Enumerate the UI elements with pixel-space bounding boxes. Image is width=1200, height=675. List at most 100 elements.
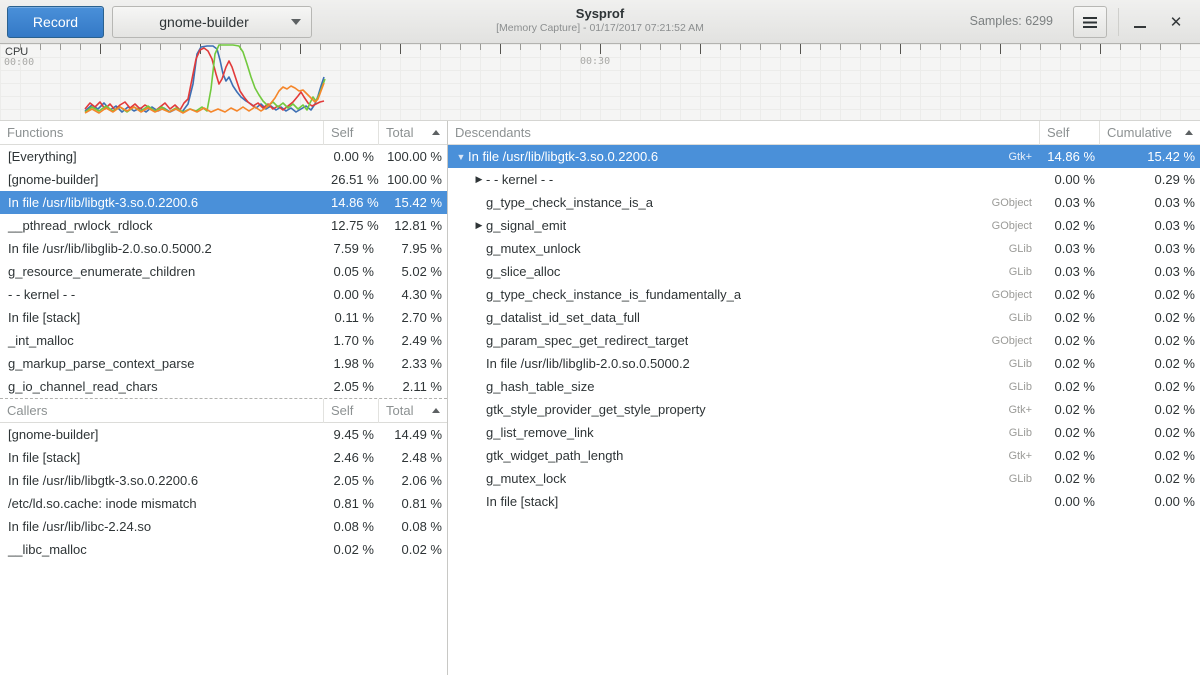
- total-percent: 0.08 %: [379, 519, 447, 534]
- total-percent: 2.70 %: [379, 310, 447, 325]
- library-tag: GLib: [980, 312, 1040, 324]
- tree-row[interactable]: g_type_check_instance_is_aGObject0.03 %0…: [448, 191, 1200, 214]
- tree-row[interactable]: In file /usr/lib/libglib-2.0.so.0.5000.2…: [448, 352, 1200, 375]
- capture-subtitle: [Memory Capture] - 01/17/2017 07:21:52 A…: [496, 22, 704, 35]
- column-header-self[interactable]: Self: [1040, 121, 1100, 145]
- expander-open-icon[interactable]: ▼: [454, 152, 468, 162]
- library-tag: GLib: [980, 243, 1040, 255]
- self-percent: 9.45 %: [324, 427, 379, 442]
- minimize-button[interactable]: [1122, 0, 1158, 44]
- cumulative-percent: 0.00 %: [1100, 494, 1200, 509]
- cpu-graph[interactable]: CPU 00:00 00:30: [0, 44, 1200, 121]
- tree-row[interactable]: g_list_remove_linkGLib0.02 %0.02 %: [448, 421, 1200, 444]
- table-row[interactable]: In file [stack]0.11 %2.70 %: [0, 306, 447, 329]
- total-percent: 0.81 %: [379, 496, 447, 511]
- column-header-callers[interactable]: Callers: [0, 399, 324, 423]
- table-row[interactable]: [gnome-builder]9.45 %14.49 %: [0, 423, 447, 446]
- self-percent: 1.70 %: [324, 333, 379, 348]
- minimize-icon: [1134, 26, 1146, 28]
- total-percent: 2.33 %: [379, 356, 447, 371]
- table-row[interactable]: g_resource_enumerate_children0.05 %5.02 …: [0, 260, 447, 283]
- table-row[interactable]: __pthread_rwlock_rdlock12.75 %12.81 %: [0, 214, 447, 237]
- table-row[interactable]: g_markup_parse_context_parse1.98 %2.33 %: [0, 352, 447, 375]
- library-tag: GLib: [980, 381, 1040, 393]
- descendant-name-cell: ▶g_signal_emit: [448, 218, 980, 233]
- tree-row[interactable]: gtk_style_provider_get_style_propertyGtk…: [448, 398, 1200, 421]
- chevron-down-icon: [291, 19, 301, 25]
- process-selector-dropdown[interactable]: gnome-builder: [112, 6, 312, 38]
- cpu-line-cpu2: [85, 45, 325, 112]
- table-row[interactable]: In file /usr/lib/libgtk-3.so.0.2200.614.…: [0, 191, 447, 214]
- table-row[interactable]: In file /usr/lib/libc-2.24.so0.08 %0.08 …: [0, 515, 447, 538]
- expander-closed-icon[interactable]: ▶: [472, 220, 486, 231]
- sysprof-window: Record gnome-builder Sysprof [Memory Cap…: [0, 0, 1200, 675]
- hamburger-menu-icon: [1083, 17, 1097, 28]
- tree-row[interactable]: In file [stack]0.00 %0.00 %: [448, 490, 1200, 513]
- total-percent: 14.49 %: [379, 427, 447, 442]
- column-header-functions[interactable]: Functions: [0, 121, 324, 145]
- table-row[interactable]: [gnome-builder]26.51 %100.00 %: [0, 168, 447, 191]
- tree-row[interactable]: g_mutex_unlockGLib0.03 %0.03 %: [448, 237, 1200, 260]
- function-name: g_type_check_instance_is_fundamentally_a: [486, 287, 741, 302]
- table-row[interactable]: [Everything]0.00 %100.00 %: [0, 145, 447, 168]
- tree-row[interactable]: g_mutex_lockGLib0.02 %0.02 %: [448, 467, 1200, 490]
- time-tick-mid: 00:30: [580, 56, 610, 67]
- function-name: g_datalist_id_set_data_full: [486, 310, 640, 325]
- tree-row[interactable]: ▶g_signal_emitGObject0.02 %0.03 %: [448, 214, 1200, 237]
- functions-table: Functions Self Total [Everything]0.00 %1…: [0, 121, 447, 398]
- tree-row[interactable]: g_param_spec_get_redirect_targetGObject0…: [448, 329, 1200, 352]
- table-row[interactable]: g_io_channel_read_chars2.05 %2.11 %: [0, 375, 447, 398]
- column-header-total-label: Total: [386, 403, 413, 418]
- self-percent: 0.81 %: [324, 496, 379, 511]
- function-name: In file /usr/lib/libglib-2.0.so.0.5000.2: [0, 241, 324, 256]
- tree-row[interactable]: g_datalist_id_set_data_fullGLib0.02 %0.0…: [448, 306, 1200, 329]
- tree-row[interactable]: g_slice_allocGLib0.03 %0.03 %: [448, 260, 1200, 283]
- app-title: Sysprof: [496, 5, 704, 22]
- function-name: g_markup_parse_context_parse: [0, 356, 324, 371]
- table-row[interactable]: __libc_malloc0.02 %0.02 %: [0, 538, 447, 561]
- descendant-name-cell: ▼In file /usr/lib/libgtk-3.so.0.2200.6: [448, 149, 980, 164]
- table-row[interactable]: _int_malloc1.70 %2.49 %: [0, 329, 447, 352]
- table-row[interactable]: In file /usr/lib/libglib-2.0.so.0.5000.2…: [0, 237, 447, 260]
- table-row[interactable]: /etc/ld.so.cache: inode mismatch0.81 %0.…: [0, 492, 447, 515]
- tree-row[interactable]: ▼In file /usr/lib/libgtk-3.so.0.2200.6Gt…: [448, 145, 1200, 168]
- tree-row[interactable]: gtk_widget_path_lengthGtk+0.02 %0.02 %: [448, 444, 1200, 467]
- record-button[interactable]: Record: [7, 6, 104, 38]
- self-percent: 2.46 %: [324, 450, 379, 465]
- left-pane: Functions Self Total [Everything]0.00 %1…: [0, 121, 448, 675]
- descendant-name-cell: g_mutex_lock: [448, 471, 980, 486]
- cumulative-percent: 0.02 %: [1100, 356, 1200, 371]
- descendant-name-cell: g_type_check_instance_is_fundamentally_a: [448, 287, 980, 302]
- self-percent: 0.02 %: [1040, 425, 1100, 440]
- expander-closed-icon[interactable]: ▶: [472, 174, 486, 185]
- column-header-self[interactable]: Self: [324, 399, 379, 423]
- table-row[interactable]: - - kernel - -0.00 %4.30 %: [0, 283, 447, 306]
- sort-ascending-icon: [432, 130, 440, 135]
- close-button[interactable]: ✕: [1158, 0, 1194, 44]
- column-header-self[interactable]: Self: [324, 121, 379, 145]
- column-header-descendants[interactable]: Descendants: [448, 121, 1040, 145]
- table-row[interactable]: In file [stack]2.46 %2.48 %: [0, 446, 447, 469]
- self-percent: 0.08 %: [324, 519, 379, 534]
- function-name: In file /usr/lib/libc-2.24.so: [0, 519, 324, 534]
- column-header-total[interactable]: Total: [379, 399, 447, 423]
- descendant-name-cell: g_list_remove_link: [448, 425, 980, 440]
- descendant-name-cell: In file /usr/lib/libglib-2.0.so.0.5000.2: [448, 356, 980, 371]
- tree-row[interactable]: ▶- - kernel - -0.00 %0.29 %: [448, 168, 1200, 191]
- column-header-total[interactable]: Total: [379, 121, 447, 145]
- table-row[interactable]: In file /usr/lib/libgtk-3.so.0.2200.62.0…: [0, 469, 447, 492]
- tree-row[interactable]: g_hash_table_sizeGLib0.02 %0.02 %: [448, 375, 1200, 398]
- library-tag: GLib: [980, 358, 1040, 370]
- menu-button[interactable]: [1073, 6, 1107, 38]
- tree-row[interactable]: g_type_check_instance_is_fundamentally_a…: [448, 283, 1200, 306]
- cpu-line-cpu1: [85, 48, 324, 111]
- column-header-cumulative[interactable]: Cumulative: [1100, 121, 1200, 145]
- function-name: - - kernel - -: [486, 172, 553, 187]
- descendant-name-cell: g_param_spec_get_redirect_target: [448, 333, 980, 348]
- self-percent: 26.51 %: [324, 172, 379, 187]
- descendant-name-cell: gtk_style_provider_get_style_property: [448, 402, 980, 417]
- library-tag: Gtk+: [980, 151, 1040, 163]
- cumulative-percent: 0.03 %: [1100, 218, 1200, 233]
- self-percent: 0.02 %: [1040, 402, 1100, 417]
- descendants-table: Descendants Self Cumulative ▼In file /us…: [448, 121, 1200, 513]
